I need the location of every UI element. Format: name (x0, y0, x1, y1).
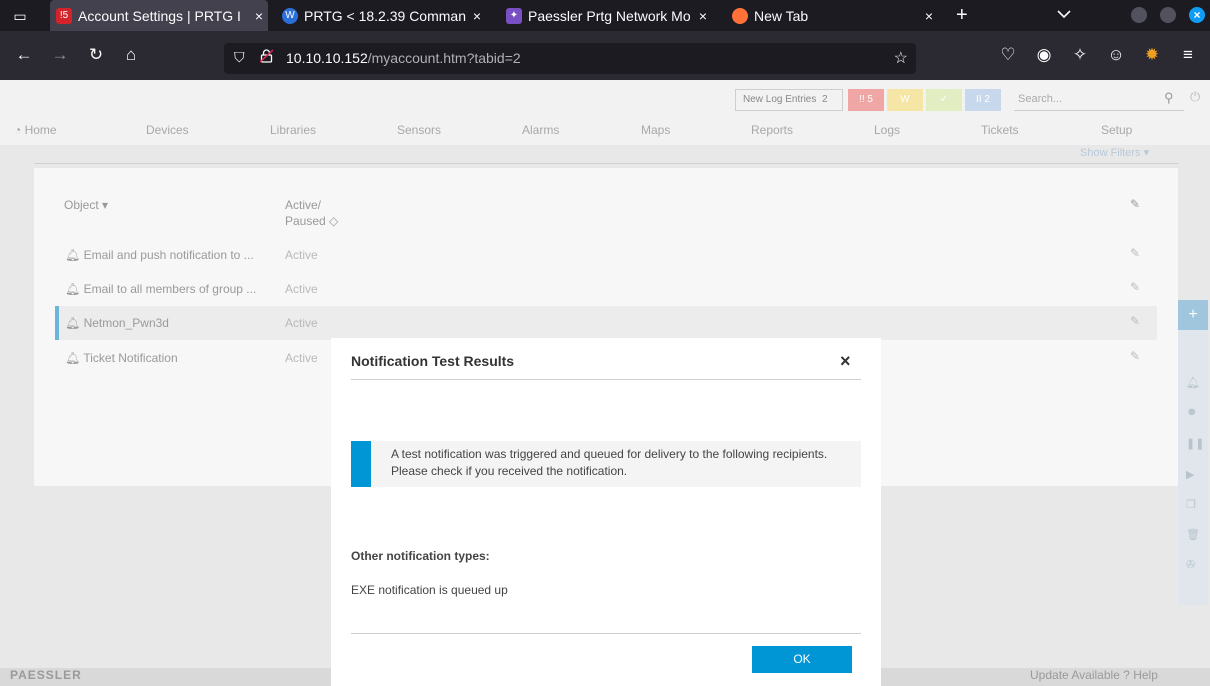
dialog-title: Notification Test Results (351, 353, 515, 369)
menu-hamburger-icon[interactable]: ≡ (1178, 46, 1198, 64)
dialog-divider-top (351, 379, 861, 380)
other-types-heading: Other notification types: (351, 549, 490, 563)
close-icon[interactable]: × (468, 8, 486, 24)
url-path: /myaccount.htm?tabid=2 (367, 50, 521, 66)
forward-arrow-icon[interactable]: → (50, 46, 70, 64)
back-arrow-icon[interactable]: ← (14, 46, 34, 64)
browser-tab-paessler-exploit[interactable]: ✦ Paessler Prtg Network Mo × (500, 0, 712, 31)
bookmark-star-icon[interactable]: ☆ (894, 48, 908, 68)
close-icon[interactable]: × (840, 352, 851, 370)
dialog-divider-bottom (351, 633, 861, 634)
extension-owl-icon[interactable]: ☺ (1106, 46, 1126, 64)
tab-title: PRTG < 18.2.39 Comman (304, 7, 466, 24)
ok-button[interactable]: OK (752, 646, 852, 673)
chevron-down-icon[interactable] (1057, 6, 1071, 22)
browser-tab-new-tab[interactable]: New Tab × (726, 0, 938, 31)
new-tab-plus-icon[interactable]: + (956, 5, 968, 25)
home-icon[interactable]: ⌂ (121, 46, 141, 64)
reload-icon[interactable]: ↻ (86, 46, 106, 64)
tab-title: New Tab (754, 7, 809, 24)
pocket-icon[interactable]: ♡ (998, 46, 1018, 64)
url-text[interactable]: 10.10.10.152/myaccount.htm?tabid=2 (286, 50, 521, 66)
tab-title: Account Settings | PRTG I (78, 7, 241, 24)
info-message-text: A test notification was triggered and qu… (391, 447, 828, 478)
info-accent-bar (351, 441, 371, 487)
browser-tab-account-settings[interactable]: !5 Account Settings | PRTG I × (50, 0, 268, 31)
exe-notification-status: EXE notification is queued up (351, 583, 508, 597)
extension-foxyproxy-icon[interactable]: ✹ (1142, 46, 1162, 64)
close-icon[interactable]: × (694, 8, 712, 24)
tab-title: Paessler Prtg Network Mo (528, 7, 691, 24)
info-message-box: A test notification was triggered and qu… (351, 441, 861, 487)
browser-tab-bar: ▭ !5 Account Settings | PRTG I × W PRTG … (0, 0, 1210, 31)
close-icon[interactable]: × (920, 8, 938, 24)
close-window-icon[interactable]: × (1189, 7, 1205, 23)
close-icon[interactable]: × (250, 8, 268, 24)
insecure-lock-icon[interactable] (259, 49, 274, 66)
tab-overview-icon[interactable]: ▭ (10, 6, 30, 26)
maximize-window-icon[interactable] (1160, 7, 1176, 23)
wordpress-favicon-icon: W (282, 7, 298, 24)
firefox-favicon-icon (732, 7, 748, 24)
browser-nav-bar: ← → ↻ ⌂ ⛉ 10.10.10.152/myaccount.htm?tab… (0, 31, 1210, 80)
extensions-icon[interactable]: ✧ (1070, 46, 1090, 64)
url-host: 10.10.10.152 (286, 50, 368, 66)
shield-icon[interactable]: ⛉ (234, 49, 245, 66)
notification-test-results-dialog: Notification Test Results × A test notif… (331, 338, 881, 686)
minimize-window-icon[interactable] (1131, 7, 1147, 23)
exploit-favicon-icon: ✦ (506, 7, 522, 24)
account-icon[interactable]: ◉ (1034, 46, 1054, 64)
browser-tab-prtg-command[interactable]: W PRTG < 18.2.39 Comman × (276, 0, 486, 31)
address-bar[interactable]: ⛉ 10.10.10.152/myaccount.htm?tabid=2 ☆ (224, 43, 916, 74)
prtg-favicon-icon: !5 (56, 7, 72, 24)
